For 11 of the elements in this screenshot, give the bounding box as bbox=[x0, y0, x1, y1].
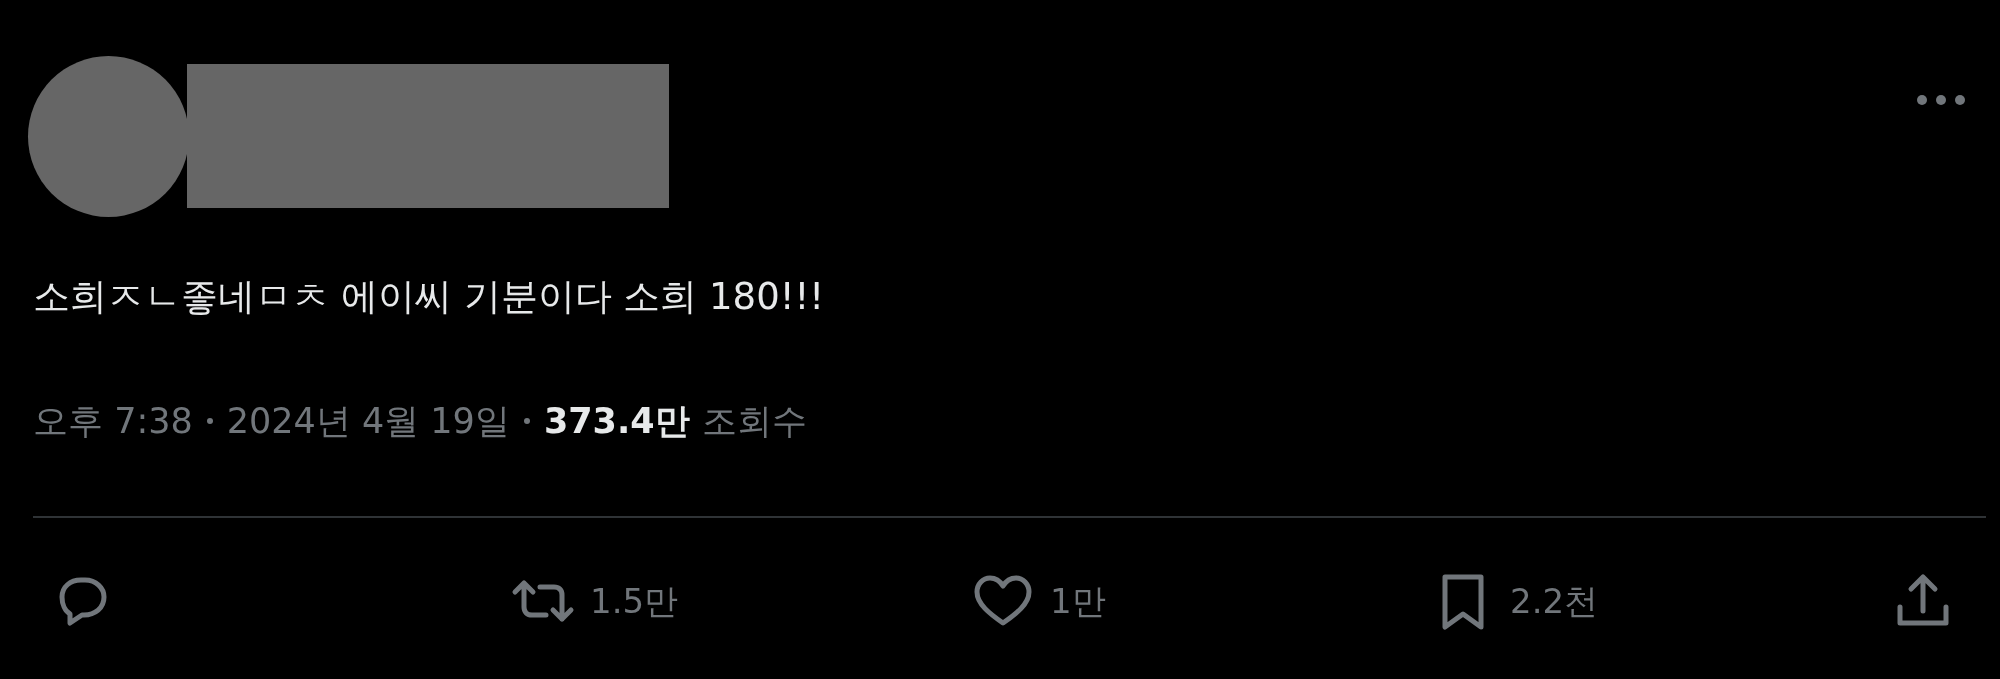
bookmark-count: 2.2천 bbox=[1510, 580, 1599, 623]
view-count: 373.4만 bbox=[543, 400, 690, 443]
views-label: 조회수 bbox=[701, 400, 807, 443]
separator-dot-icon bbox=[206, 418, 213, 424]
tweet-text: 소희ㅈㄴ좋네ㅁㅊ 에이씨 기분이다 소희 180!!! bbox=[33, 274, 826, 320]
separator-dot-icon bbox=[523, 418, 530, 424]
more-icon[interactable] bbox=[1916, 94, 1966, 106]
retweet-count: 1.5만 bbox=[590, 580, 679, 623]
post-time[interactable]: 오후 7:38 bbox=[33, 397, 193, 445]
like-count: 1만 bbox=[1050, 580, 1106, 623]
post-date[interactable]: 2024년 4월 19일 bbox=[226, 397, 510, 445]
